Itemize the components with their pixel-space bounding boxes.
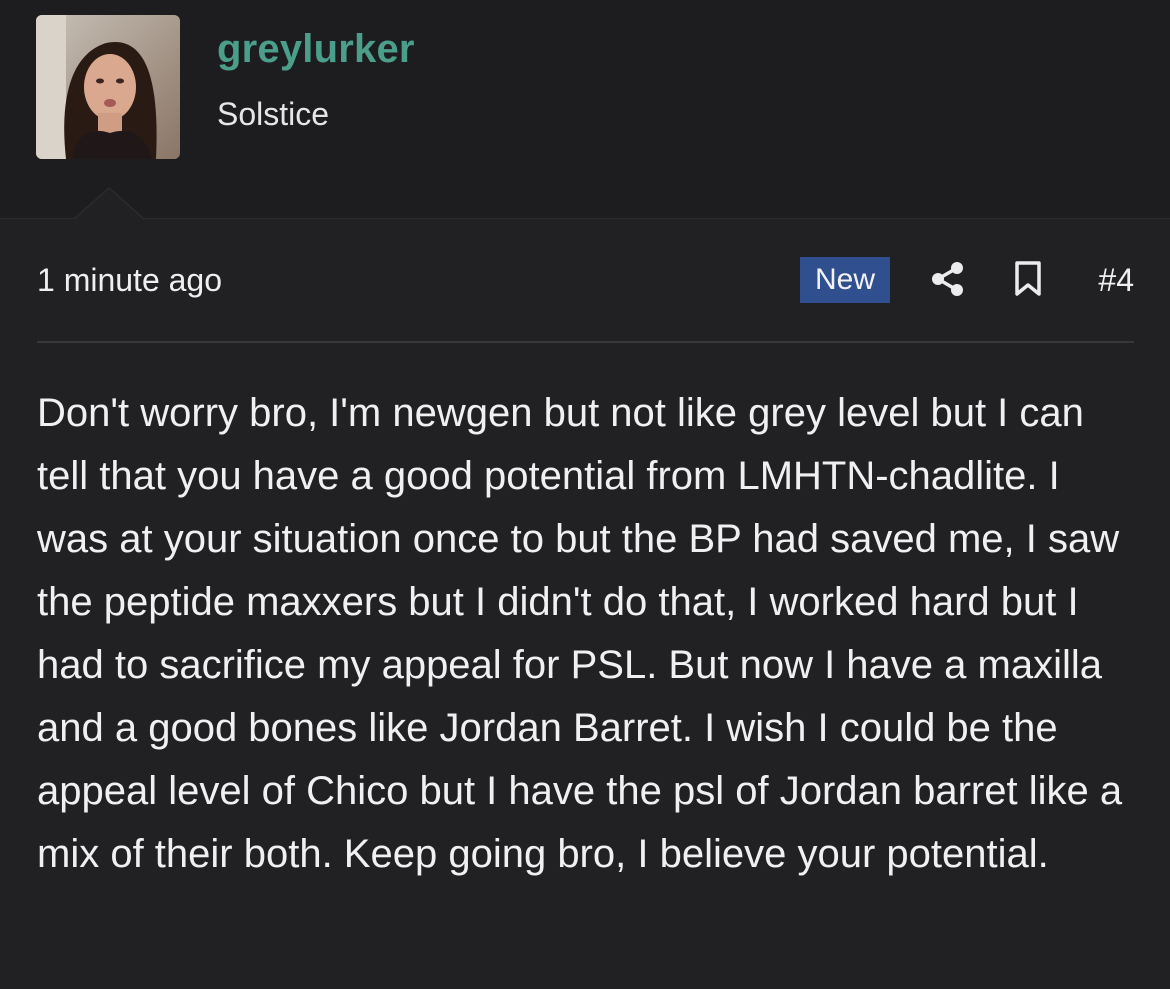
share-button[interactable]: [930, 260, 966, 298]
post-number-link[interactable]: #4: [1080, 261, 1134, 299]
post-timestamp[interactable]: 1 minute ago: [37, 261, 222, 299]
bookmark-button[interactable]: [1012, 260, 1044, 298]
post-body-text: Don't worry bro, I'm newgen but not like…: [37, 391, 1123, 876]
username-link[interactable]: greylurker: [217, 26, 415, 72]
share-icon: [932, 262, 963, 296]
new-badge: New: [800, 257, 890, 303]
post-container: greylurker Solstice 1 minute ago New #4 …: [0, 0, 1170, 989]
meta-divider: [37, 341, 1134, 343]
bookmark-icon: [1015, 261, 1041, 296]
author-header: greylurker Solstice: [0, 0, 1170, 219]
avatar[interactable]: [36, 15, 180, 159]
user-title: Solstice: [217, 96, 330, 132]
avatar-photo-icon: [36, 15, 180, 159]
